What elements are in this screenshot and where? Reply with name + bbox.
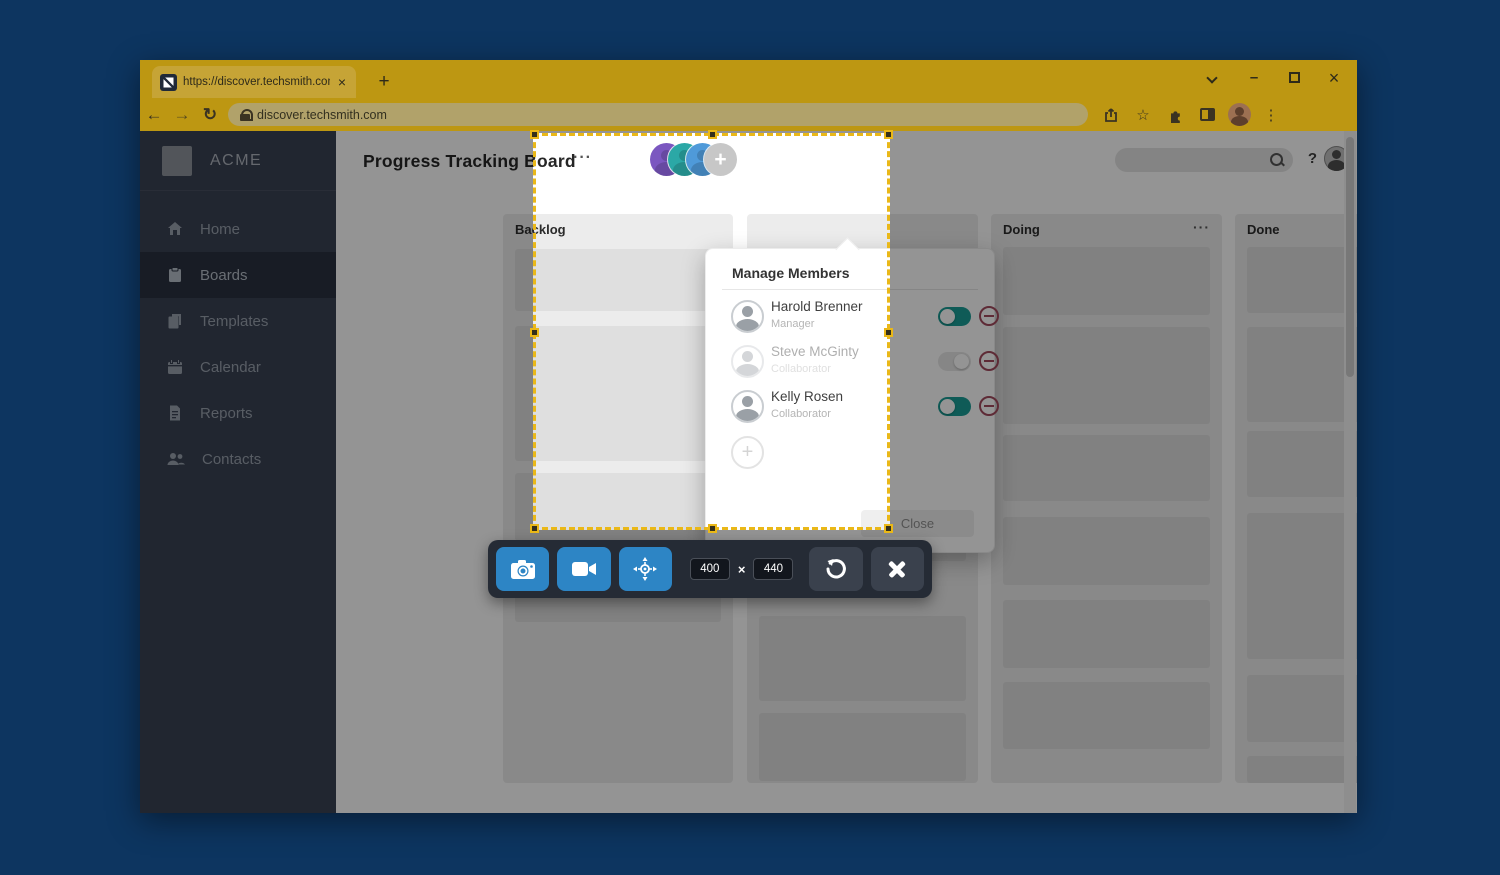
forward-icon[interactable]: → <box>168 105 196 125</box>
popup-title: Manage Members <box>732 265 850 281</box>
board-menu-dots[interactable]: ··· <box>573 149 592 167</box>
video-capture-button[interactable] <box>557 547 611 591</box>
member-name: Kelly Rosen <box>771 389 844 404</box>
image-capture-button[interactable] <box>496 547 550 591</box>
extensions-puzzle-icon[interactable] <box>1162 102 1188 128</box>
share-icon[interactable] <box>1098 102 1124 128</box>
capture-width-input[interactable] <box>689 558 730 580</box>
new-tab-button[interactable]: + <box>372 70 396 94</box>
dim-overlay <box>140 133 533 530</box>
close-x-icon <box>888 560 906 578</box>
region-crosshair-icon <box>633 557 658 581</box>
member-role: Manager <box>771 318 815 330</box>
browser-profile-avatar[interactable] <box>1226 102 1252 128</box>
side-panel-icon[interactable] <box>1194 102 1220 128</box>
address-bar[interactable]: discover.techsmith.com <box>228 103 1088 126</box>
browser-tab[interactable]: https://discover.techsmith.com × <box>152 66 356 98</box>
redo-arrow-icon <box>826 559 846 579</box>
dim-overlay <box>890 133 1357 530</box>
window-minimize-button[interactable]: – <box>1239 64 1269 92</box>
techsmith-favicon-icon <box>160 73 177 91</box>
browser-toolbar: ← → ↻ discover.techsmith.com ☆ ⋮ <box>140 98 1357 131</box>
member-name: Harold Brenner <box>771 299 863 314</box>
window-close-button[interactable]: × <box>1319 64 1349 92</box>
dimensions-separator: × <box>737 561 746 577</box>
board-card <box>515 326 721 461</box>
capture-height-input[interactable] <box>753 558 794 580</box>
capture-toolbar: × <box>488 540 932 598</box>
board-card <box>515 249 721 311</box>
lock-icon <box>240 108 253 121</box>
member-avatar-icon <box>731 300 764 333</box>
window-chevron-icon[interactable] <box>1197 64 1227 92</box>
url-text: discover.techsmith.com <box>257 107 387 122</box>
member-role: Collaborator <box>771 363 831 375</box>
cancel-capture-button[interactable] <box>870 547 924 591</box>
camera-icon <box>510 560 535 579</box>
member-avatar-icon <box>731 345 764 378</box>
video-camera-icon <box>571 562 596 576</box>
tab-title: https://discover.techsmith.com <box>183 76 330 88</box>
reload-icon[interactable]: ↻ <box>196 105 224 125</box>
tab-strip: https://discover.techsmith.com × + – × <box>140 60 1357 98</box>
region-select-button[interactable] <box>618 547 672 591</box>
back-icon[interactable]: ← <box>140 105 168 125</box>
member-avatar-icon <box>731 390 764 423</box>
menu-kebab-icon[interactable]: ⋮ <box>1258 102 1284 128</box>
add-member-button[interactable]: + <box>731 436 764 469</box>
desktop: https://discover.techsmith.com × + – × ←… <box>0 0 1500 875</box>
window-maximize-button[interactable] <box>1279 64 1309 92</box>
member-name: Steve McGinty <box>771 344 859 359</box>
tab-close-icon[interactable]: × <box>336 74 348 90</box>
bookmark-star-icon[interactable]: ☆ <box>1130 102 1156 128</box>
add-member-avatar-button[interactable]: + <box>704 143 737 176</box>
restart-capture-button[interactable] <box>809 547 863 591</box>
member-role: Collaborator <box>771 408 831 420</box>
